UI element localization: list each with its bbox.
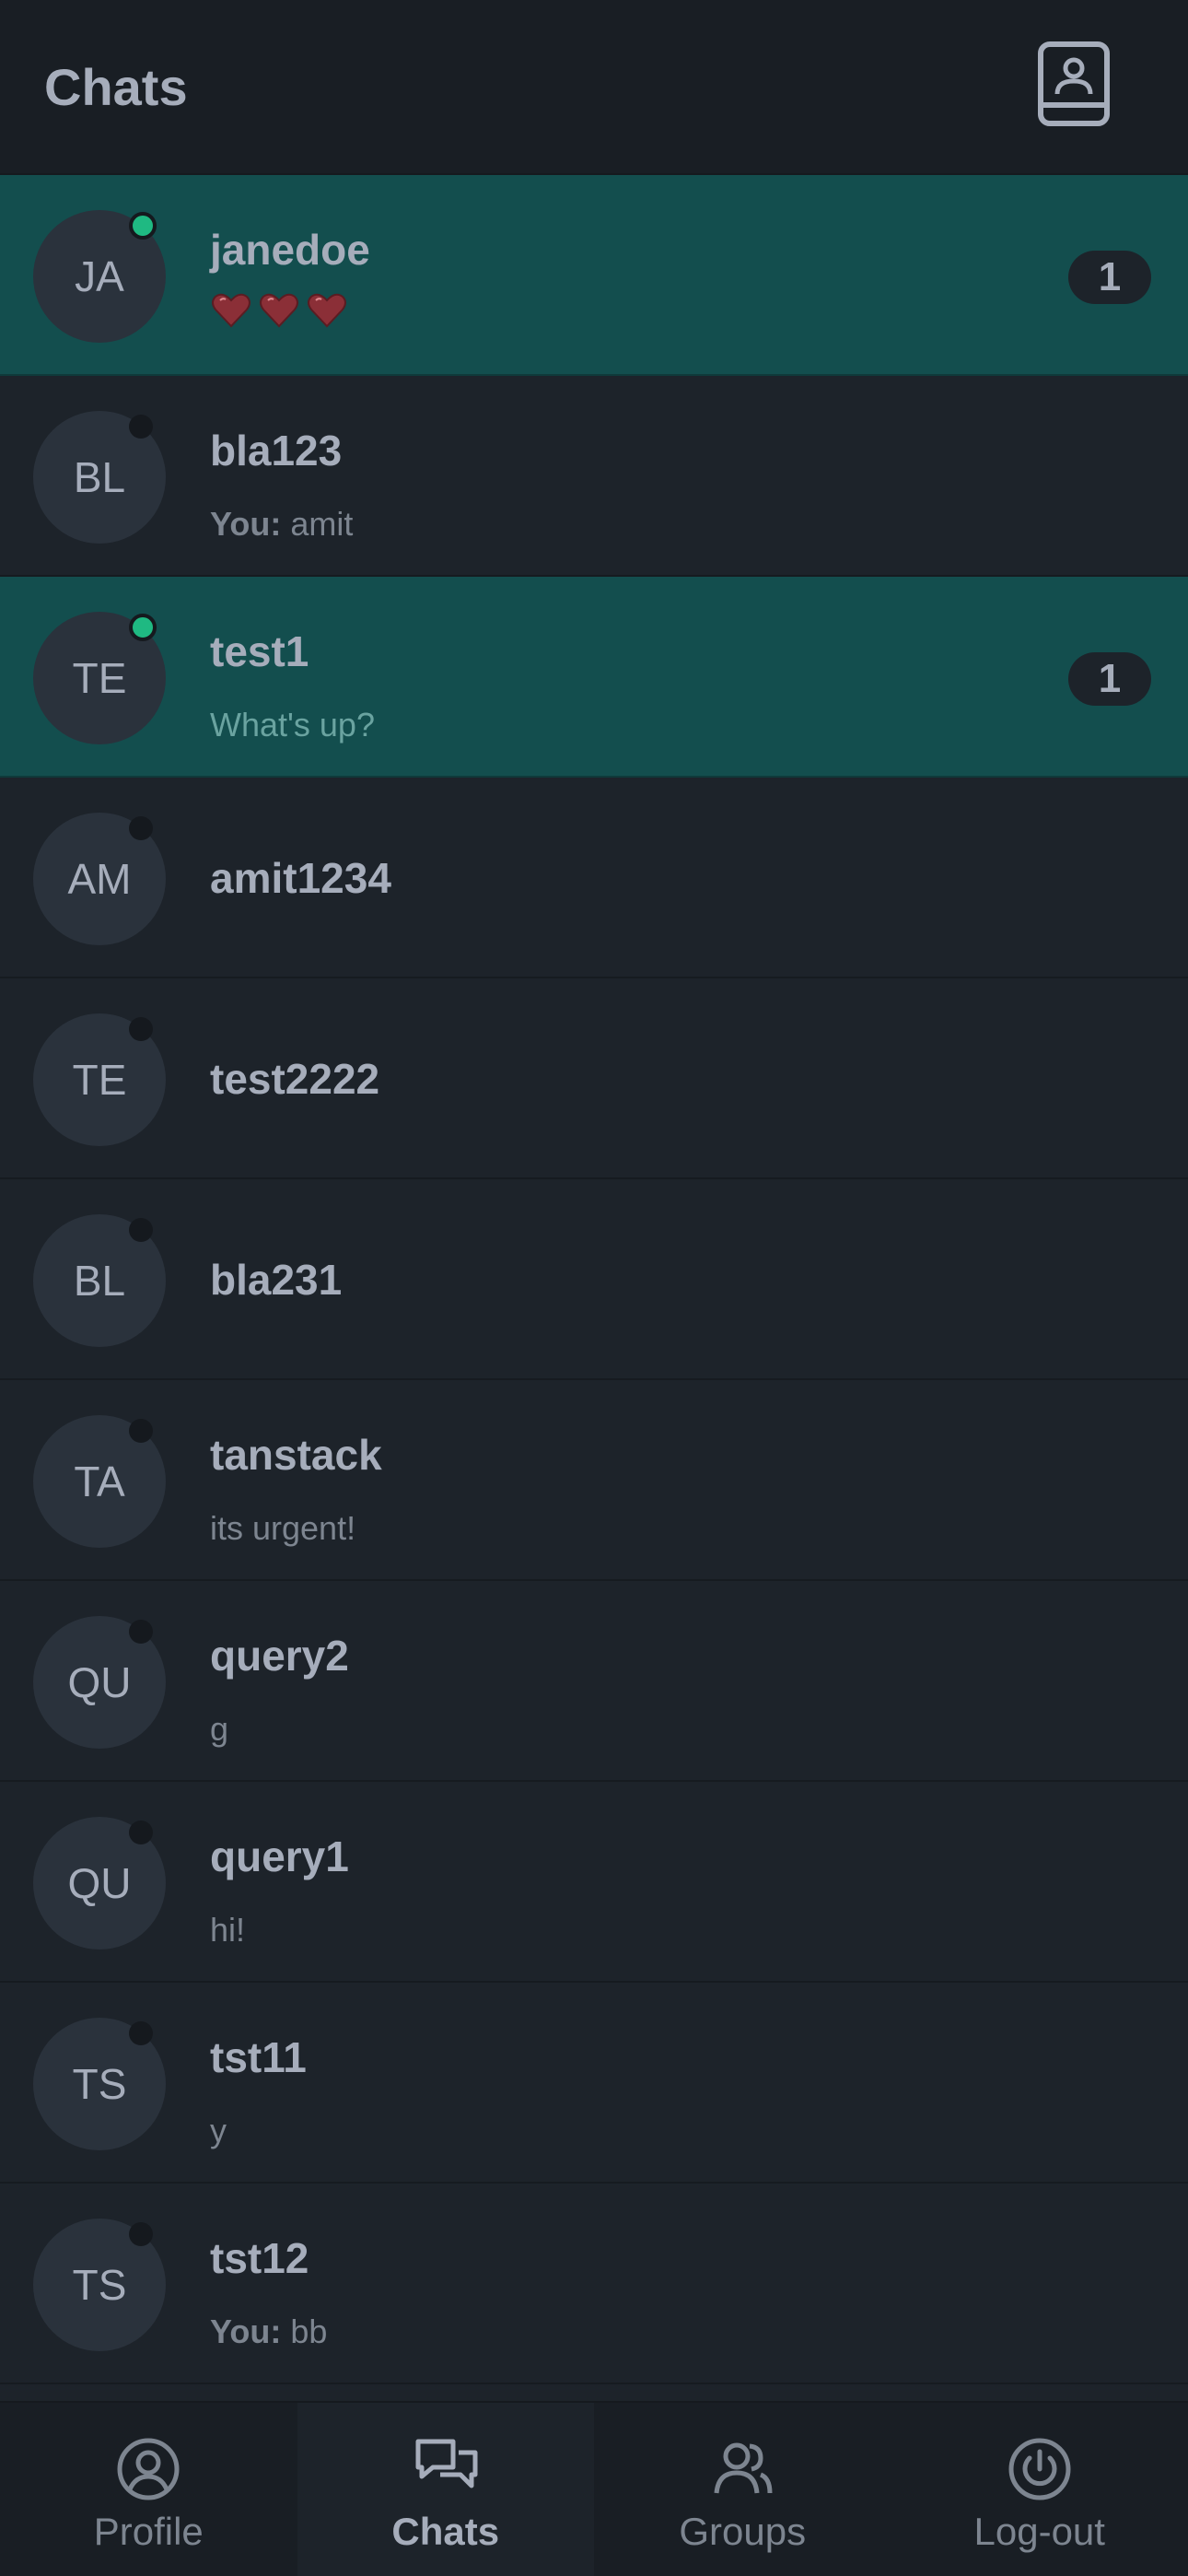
nav-chats-label: Chats: [391, 2510, 500, 2553]
preview-text: What's up?: [210, 706, 375, 744]
message-preview: You: bb: [210, 2313, 327, 2351]
chat-list-item[interactable]: BL bla231: [0, 1179, 1188, 1380]
chat-name: query1: [210, 1832, 349, 1880]
message-preview: its urgent!: [210, 1509, 355, 1548]
nav-chats[interactable]: Chats: [297, 2403, 594, 2576]
chat-list-item[interactable]: TE test2222: [0, 978, 1188, 1179]
chat-list-item[interactable]: BL bla123 You: amit: [0, 376, 1188, 577]
offline-status-dot: [129, 1821, 153, 1844]
chat-list-item[interactable]: QU query1 hi!: [0, 1782, 1188, 1983]
chat-list-item[interactable]: AM amit1234: [0, 778, 1188, 978]
nav-profile[interactable]: Profile: [0, 2403, 297, 2576]
preview-text: amit: [290, 505, 354, 543]
message-preview: You: amit: [210, 505, 353, 544]
heart-icon: [212, 293, 250, 328]
online-status-dot: [129, 212, 157, 240]
unread-count-badge: 1: [1068, 251, 1151, 304]
chat-name: bla123: [210, 427, 343, 474]
heart-icon: [308, 293, 346, 328]
preview-text: its urgent!: [210, 1509, 356, 1547]
message-preview: g: [210, 1710, 228, 1749]
message-preview: What's up?: [210, 706, 375, 744]
chat-name: janedoe: [210, 226, 370, 274]
offline-status-dot: [129, 1419, 153, 1443]
offline-status-dot: [129, 415, 153, 439]
you-prefix: You:: [210, 505, 282, 543]
offline-status-dot: [129, 816, 153, 840]
offline-status-dot: [129, 2222, 153, 2246]
chat-list-item[interactable]: TE test1 What's up? 1: [0, 577, 1188, 778]
message-preview: y: [210, 2112, 227, 2150]
chat-name: test2222: [210, 1055, 380, 1103]
message-preview: hi!: [210, 1911, 245, 1950]
chat-name: bla231: [210, 1256, 343, 1304]
offline-status-dot: [129, 1017, 153, 1041]
chat-name: query2: [210, 1632, 349, 1680]
chat-list-item[interactable]: TS tst12 You: bb: [0, 2184, 1188, 2384]
bottom-nav: Profile Chats Groups Log-out: [0, 2401, 1188, 2576]
preview-text: hi!: [210, 1911, 246, 1949]
message-preview: [210, 289, 348, 335]
contacts-book-icon: [1038, 41, 1110, 126]
nav-groups[interactable]: Groups: [594, 2403, 891, 2576]
app-header: Chats: [0, 0, 1188, 175]
chat-list: JA janedoe 1 BL bla123 You: amit TE test1 What's…: [0, 175, 1188, 2384]
unread-count-badge: 1: [1068, 652, 1151, 706]
nav-groups-label: Groups: [679, 2510, 807, 2553]
users-icon: [714, 2442, 773, 2494]
chat-list-item[interactable]: QU query2 g: [0, 1581, 1188, 1782]
chat-list-item[interactable]: JA janedoe 1: [0, 175, 1188, 376]
user-circle-icon: [117, 2438, 180, 2500]
page-title: Chats: [44, 58, 188, 116]
offline-status-dot: [129, 1218, 153, 1242]
heart-icon: [260, 293, 298, 328]
contacts-button[interactable]: [1035, 41, 1112, 129]
nav-profile-label: Profile: [93, 2510, 204, 2553]
nav-logout-label: Log-out: [973, 2510, 1105, 2553]
offline-status-dot: [129, 2021, 153, 2045]
chat-list-item[interactable]: TA tanstack its urgent!: [0, 1380, 1188, 1581]
offline-status-dot: [129, 1620, 153, 1644]
chat-name: tst11: [210, 2033, 307, 2081]
chat-name: amit1234: [210, 854, 391, 902]
chat-name: tanstack: [210, 1431, 382, 1479]
preview-text: bb: [290, 2313, 328, 2350]
you-prefix: You:: [210, 2313, 282, 2350]
chat-list-item[interactable]: TS tst11 y: [0, 1983, 1188, 2184]
chat-name: tst12: [210, 2234, 309, 2282]
online-status-dot: [129, 614, 157, 641]
preview-text: g: [210, 1710, 229, 1748]
preview-text: y: [210, 2112, 227, 2149]
chat-name: test1: [210, 627, 309, 675]
power-icon: [1008, 2438, 1071, 2500]
nav-logout[interactable]: Log-out: [891, 2403, 1188, 2576]
chat-bubbles-icon: [415, 2439, 478, 2488]
